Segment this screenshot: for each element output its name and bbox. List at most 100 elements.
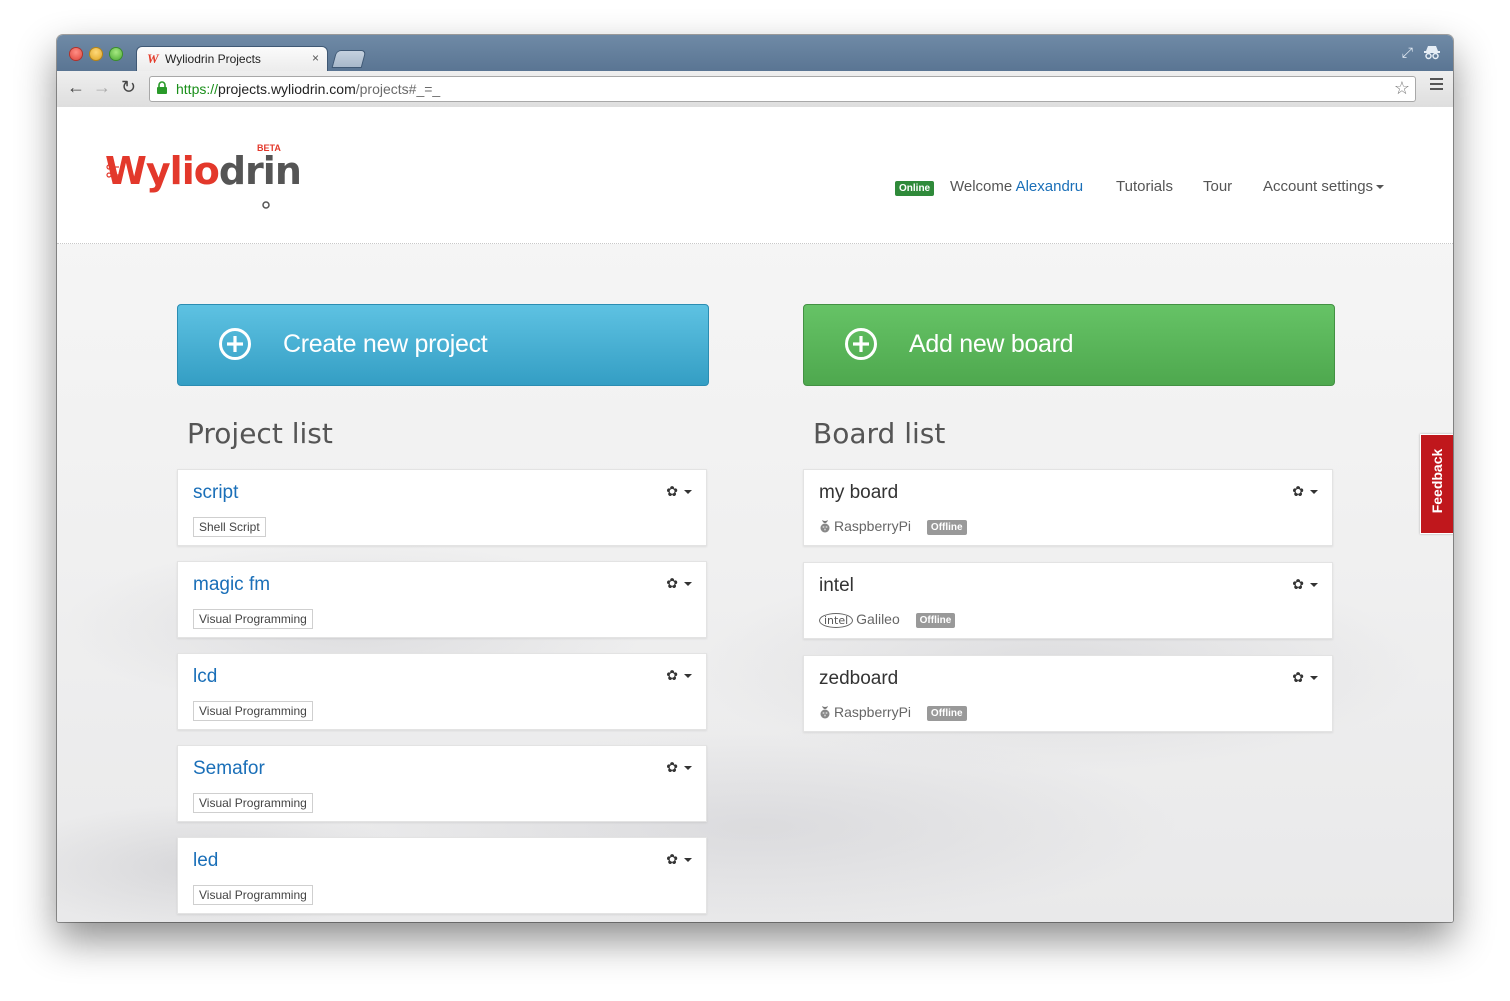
feedback-tab[interactable]: Feedback <box>1420 434 1453 534</box>
project-settings-dropdown[interactable]: ✿ <box>666 759 692 776</box>
project-type-tag: Visual Programming <box>193 885 313 905</box>
new-tab-button[interactable] <box>332 51 366 67</box>
address-bar[interactable]: https://projects.wyliodrin.com/projects#… <box>149 76 1416 102</box>
lock-icon <box>157 81 167 94</box>
board-settings-dropdown[interactable]: ✿ <box>1292 669 1318 686</box>
create-project-button[interactable]: Create new project <box>177 304 709 386</box>
tab-close-icon[interactable]: × <box>312 51 319 65</box>
raspberry-pi-icon <box>820 520 830 533</box>
welcome-text: Welcome Alexandru <box>950 178 1084 195</box>
board-type: RaspberryPi Offline <box>819 518 967 535</box>
chevron-down-icon <box>1310 490 1318 495</box>
wyliodrin-favicon-icon: W <box>147 51 159 66</box>
board-name-link[interactable]: zedboard <box>819 668 898 690</box>
board-list-title: Board list <box>813 417 946 450</box>
close-window-button[interactable] <box>70 48 82 60</box>
project-card: lcd Visual Programming ✿ <box>177 653 707 730</box>
project-settings-dropdown[interactable]: ✿ <box>666 851 692 868</box>
project-name-link[interactable]: lcd <box>193 666 217 688</box>
board-card: intel intel Galileo Offline ✿ <box>803 562 1333 639</box>
project-settings-dropdown[interactable]: ✿ <box>666 575 692 592</box>
tab-title: Wyliodrin Projects <box>165 52 261 66</box>
board-type-label: RaspberryPi <box>834 704 912 720</box>
board-settings-dropdown[interactable]: ✿ <box>1292 576 1318 593</box>
gear-icon: ✿ <box>666 483 678 499</box>
browser-menu-icon[interactable] <box>1430 78 1443 93</box>
chevron-down-icon <box>1310 676 1318 681</box>
tab-bar: W Wyliodrin Projects × ⤢ <box>57 35 1453 71</box>
restore-icon[interactable]: ⤢ <box>1402 44 1413 61</box>
chevron-down-icon <box>1376 185 1385 190</box>
gear-icon: ✿ <box>1292 483 1304 499</box>
site-header: Wyliodrin BETA Online Welcome Alexandru … <box>57 107 1453 244</box>
incognito-icon <box>1424 46 1440 60</box>
browser-window: W Wyliodrin Projects × ⤢ ← → ↻ https://p… <box>57 35 1453 922</box>
url-scheme: https:// <box>176 81 219 97</box>
gear-icon: ✿ <box>1292 576 1304 592</box>
board-settings-dropdown[interactable]: ✿ <box>1292 483 1318 500</box>
project-card: magic fm Visual Programming ✿ <box>177 561 707 638</box>
chevron-down-icon <box>684 490 692 495</box>
project-type-tag: Visual Programming <box>193 701 313 721</box>
plus-circle-icon <box>219 328 251 360</box>
project-name-link[interactable]: led <box>193 850 218 872</box>
beta-badge: BETA <box>257 143 281 153</box>
feedback-label: Feedback <box>1429 448 1445 514</box>
bookmark-star-icon[interactable]: ☆ <box>1394 78 1410 99</box>
gear-icon: ✿ <box>666 575 678 591</box>
offline-status-badge: Offline <box>915 613 956 628</box>
project-settings-dropdown[interactable]: ✿ <box>666 483 692 500</box>
user-name-link[interactable]: Alexandru <box>1016 178 1084 195</box>
gear-icon: ✿ <box>666 851 678 867</box>
board-card: my board RaspberryPi Offline ✿ <box>803 469 1333 546</box>
browser-toolbar: ← → ↻ https://projects.wyliodrin.com/pro… <box>57 71 1453 108</box>
project-card: led Visual Programming ✿ <box>177 837 707 914</box>
logo-wordmark: Wyliodrin <box>105 149 302 193</box>
chevron-down-icon <box>684 582 692 587</box>
nav-account-settings[interactable]: Account settings <box>1263 178 1385 195</box>
board-name-link[interactable]: my board <box>819 482 898 504</box>
board-type-label: RaspberryPi <box>834 518 912 534</box>
page-content: Wyliodrin BETA Online Welcome Alexandru … <box>57 107 1453 922</box>
offline-status-badge: Offline <box>926 706 967 721</box>
zoom-window-button[interactable] <box>110 48 122 60</box>
offline-status-badge: Offline <box>926 520 967 535</box>
url-host: projects.wyliodrin.com <box>218 81 356 97</box>
project-settings-dropdown[interactable]: ✿ <box>666 667 692 684</box>
url-text: https://projects.wyliodrin.com/projects#… <box>176 81 440 97</box>
tab-wyliodrin-projects[interactable]: W Wyliodrin Projects × <box>137 47 327 71</box>
chevron-down-icon <box>684 674 692 679</box>
add-board-label: Add new board <box>909 330 1074 358</box>
board-type-label: Galileo <box>856 611 900 627</box>
project-list-title: Project list <box>187 417 333 450</box>
create-project-label: Create new project <box>283 330 488 358</box>
forward-arrow-icon[interactable]: → <box>93 77 111 98</box>
project-name-link[interactable]: script <box>193 482 238 504</box>
url-path: /projects#_=_ <box>355 81 441 97</box>
nav-tutorials[interactable]: Tutorials <box>1116 178 1173 195</box>
project-type-tag: Visual Programming <box>193 609 313 629</box>
add-board-button[interactable]: Add new board <box>803 304 1335 386</box>
plus-circle-icon <box>845 328 877 360</box>
back-arrow-icon[interactable]: ← <box>67 77 85 98</box>
chevron-down-icon <box>684 766 692 771</box>
board-card: zedboard RaspberryPi Offline ✿ <box>803 655 1333 732</box>
raspberry-pi-icon <box>820 706 830 719</box>
project-name-link[interactable]: Semafor <box>193 758 265 780</box>
wyliodrin-logo[interactable]: Wyliodrin BETA <box>105 143 302 209</box>
project-type-tag: Shell Script <box>193 517 266 537</box>
project-card: Semafor Visual Programming ✿ <box>177 745 707 822</box>
board-type: intel Galileo Offline <box>819 611 956 628</box>
nav-tour[interactable]: Tour <box>1203 178 1232 195</box>
project-card: script Shell Script ✿ <box>177 469 707 546</box>
reload-icon[interactable]: ↻ <box>121 77 136 98</box>
project-type-tag: Visual Programming <box>193 793 313 813</box>
board-name-link[interactable]: intel <box>819 575 854 597</box>
chevron-down-icon <box>684 858 692 863</box>
gear-icon: ✿ <box>666 759 678 775</box>
minimize-window-button[interactable] <box>90 48 102 60</box>
chevron-down-icon <box>1310 583 1318 588</box>
gear-icon: ✿ <box>666 667 678 683</box>
project-name-link[interactable]: magic fm <box>193 574 270 596</box>
gear-icon: ✿ <box>1292 669 1304 685</box>
